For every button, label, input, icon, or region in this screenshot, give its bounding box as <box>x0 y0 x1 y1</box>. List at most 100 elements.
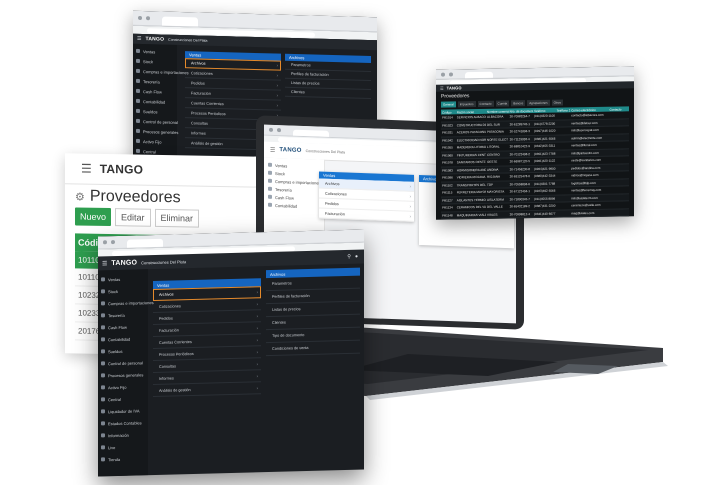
grid-column-header[interactable]: Teléfono <box>533 108 556 112</box>
table-cell: CERAMICOS DEL VALLE <box>456 205 487 210</box>
table-cell: (0342)455-3311 <box>534 143 556 149</box>
tab-contacto[interactable]: Contacto <box>477 100 494 108</box>
user-icon[interactable]: ● <box>355 254 358 260</box>
table-cell: ventas@litoral.com <box>571 143 597 148</box>
chevron-right-icon: › <box>256 373 258 379</box>
table-cell: TRANSPORTES DEL PLATA <box>456 182 486 188</box>
module-icon <box>136 88 140 93</box>
chevron-right-icon: › <box>256 337 258 343</box>
table-cell: 30-65432189-2 <box>509 204 530 209</box>
page-title: Proveedores <box>89 187 181 207</box>
table-cell: LITORAL <box>487 144 500 150</box>
table-cell: MAQUINARIAS VIALES <box>456 212 487 218</box>
sidebar-item[interactable]: Tienda <box>98 452 148 465</box>
grid-column-header[interactable]: Correo electrónico <box>570 107 608 112</box>
chevron-right-icon: › <box>276 92 278 98</box>
table-cell: ALBACORA <box>487 114 504 120</box>
menu-icon[interactable]: ☰ <box>102 260 107 267</box>
table-cell: 30-70998812-4 <box>509 211 530 217</box>
module-icon <box>136 58 140 63</box>
company-name: Construcciones Del Plata <box>168 37 208 43</box>
module-icon <box>136 78 140 83</box>
sidebar-item[interactable]: Contabilidad <box>264 201 324 211</box>
tab-cuenta[interactable]: Cuenta <box>495 100 510 107</box>
chevron-right-icon: › <box>409 183 411 189</box>
chevron-right-icon: › <box>276 102 278 108</box>
grid-column-header[interactable]: Nombre comercial <box>486 109 509 113</box>
chevron-right-icon: › <box>256 325 258 331</box>
table-cell: DEL SUR <box>487 122 500 127</box>
table-cell: ventas@delsur.com <box>571 120 598 126</box>
table-cell: contacto@albacora.com <box>571 113 604 118</box>
tab-otros[interactable]: Otros <box>551 99 563 106</box>
edit-button[interactable]: Editar <box>115 208 151 227</box>
table-cell: PR1014 <box>442 115 453 120</box>
search-icon[interactable]: ⚲ <box>347 254 351 260</box>
tab-general[interactable]: General <box>441 101 456 108</box>
table-cell: (011)4301-7788 <box>534 181 556 186</box>
archivos-submenu: Archivos Parametros Perfiles de facturac… <box>285 53 371 100</box>
menu-item[interactable]: Análisis de gestión› <box>153 382 261 398</box>
submenu-item[interactable]: Condiciones de venta <box>266 340 360 357</box>
hamburger-icon[interactable]: ☰ <box>81 162 92 176</box>
table-cell: 30-70983264-7 <box>509 114 530 119</box>
table-cell: 30-67123456-1 <box>509 189 530 194</box>
menu-icon[interactable]: ☰ <box>137 36 141 42</box>
table-cell: (0387)431-2200 <box>534 203 556 209</box>
table-cell: 30-71456230-8 <box>509 166 530 172</box>
table-cell: (0351)423-7788 <box>534 151 556 156</box>
grid-column-header[interactable]: Código <box>441 110 456 114</box>
providers-icon: ⚙ <box>75 190 85 204</box>
table-cell: (011)4320-1100 <box>534 113 555 119</box>
tab-impuestos[interactable]: Impuestos <box>457 101 476 108</box>
table-cell: (0297)446-1020 <box>534 128 556 134</box>
module-icon <box>136 108 140 113</box>
chevron-right-icon: › <box>409 213 411 219</box>
module-icon <box>136 138 140 143</box>
brand-logo: TANGO <box>99 161 144 177</box>
chevron-right-icon: › <box>256 349 258 355</box>
table-cell: MADERERA LITORAL <box>456 145 487 150</box>
table-cell: 30-71129038-4 <box>509 136 530 142</box>
table-cell: ceramicos@valle.com <box>571 203 601 208</box>
new-button[interactable]: Nuevo <box>75 207 112 227</box>
window-control-icon[interactable] <box>138 15 142 21</box>
table-cell: SANITARIOS OESTE <box>456 160 486 165</box>
tab-bancos[interactable]: Bancos <box>511 100 526 107</box>
providers-header: ☰ TANGO <box>65 153 265 188</box>
table-cell: vidrios@riojana.com <box>571 173 599 178</box>
table-cell: (0381)421-5566 <box>534 136 556 141</box>
grid-tabs: General Impuestos Contacto Cuenta Bancos… <box>441 99 563 108</box>
table-cell: TDP <box>487 182 494 187</box>
table-cell: (0380)442-3344 <box>534 173 556 179</box>
window-control-icon[interactable] <box>146 16 150 21</box>
table-cell: ventas@ferremay.com <box>571 188 602 193</box>
module-icon <box>136 118 140 123</box>
hamburger-icon[interactable]: ☰ <box>270 146 275 153</box>
grid-column-header[interactable]: Teléfono 2 <box>556 108 571 112</box>
submenu-item[interactable]: Clientes <box>285 87 371 100</box>
grid-column-header[interactable]: Contacto <box>608 107 629 111</box>
table-cell: PATAGONIA <box>487 129 504 135</box>
table-cell: PR1096 <box>442 175 453 180</box>
table-cell: PR1102 <box>442 183 453 188</box>
delete-button[interactable]: Eliminar <box>154 208 200 228</box>
company-name: Construcciones Del Plata <box>305 149 345 155</box>
table-cell: (011)4778-2200 <box>534 121 556 126</box>
table-cell: PR1127 <box>442 198 453 203</box>
menu-icon[interactable]: ☰ <box>440 86 444 91</box>
dark-window-front: ☰ TANGO Construcciones Del Plata ⚲ ● Ven… <box>98 229 364 477</box>
chevron-right-icon: › <box>256 301 258 307</box>
browser-tab[interactable] <box>162 16 198 27</box>
grid-column-header[interactable]: Nro. de documento <box>509 109 533 113</box>
grid-title: Proveedores <box>441 93 470 100</box>
chevron-right-icon: › <box>409 193 411 199</box>
tab-agrupaciones[interactable]: Agrupaciones <box>527 99 550 107</box>
table-cell: PR1134 <box>442 205 453 210</box>
table-cell: (0223)492-5566 <box>534 188 556 194</box>
company-name: Construcciones Del Plata <box>141 258 187 265</box>
grid-column-header[interactable]: Razón social <box>456 109 486 114</box>
table-cell: 30-69125478-0 <box>509 174 530 179</box>
table-cell: PR1083 <box>442 168 453 173</box>
menu-item[interactable]: Facturación › <box>319 208 414 222</box>
